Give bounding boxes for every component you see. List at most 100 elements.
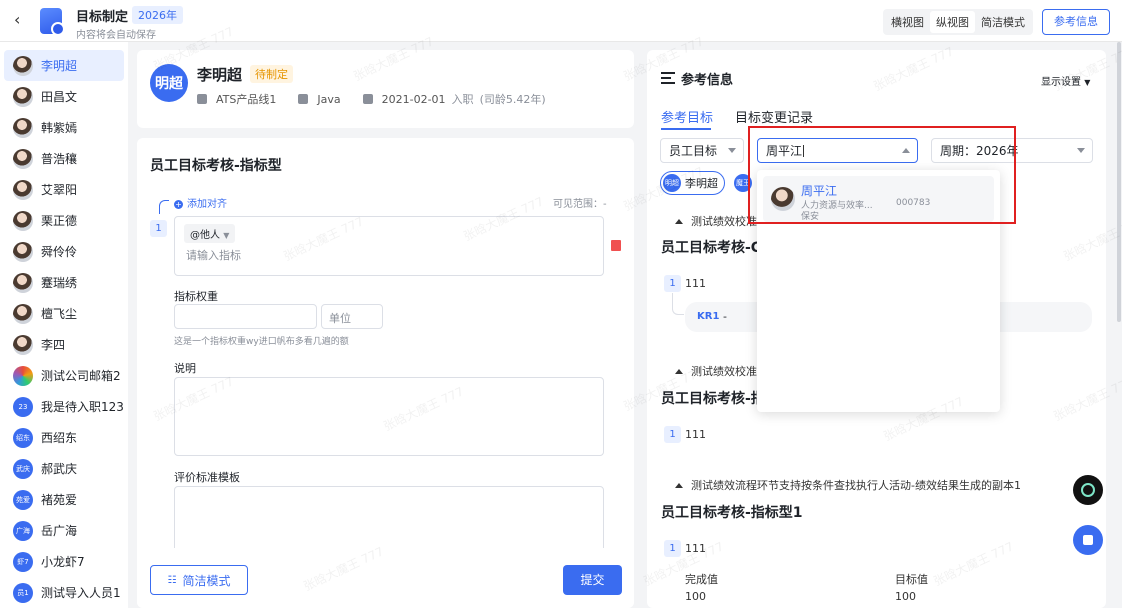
sidebar-person[interactable]: 苑爱 褚苑爱: [4, 484, 124, 515]
sidebar-person[interactable]: 李四: [4, 329, 124, 360]
indicator-box[interactable]: @他人 ▼ 请输入指标: [174, 216, 604, 276]
avatar: [13, 148, 33, 169]
sidebar-person[interactable]: 绍东 西绍东: [4, 422, 124, 453]
profile-tenure: (司龄5.42年): [479, 93, 546, 106]
goal3-title: 员工目标考核-指标型1: [661, 505, 803, 521]
sidebar-person-name: 褚苑爱: [41, 493, 78, 507]
form-title: 员工目标考核-指标型: [150, 158, 282, 174]
delete-trash-icon[interactable]: [611, 240, 621, 251]
weight-input[interactable]: [174, 304, 317, 329]
sidebar-person[interactable]: 舜伶伶: [4, 236, 124, 267]
reference-menu-icon: [661, 72, 675, 84]
goal3-index: 1: [664, 540, 681, 557]
profile-job: Java: [317, 92, 341, 106]
employee-sidebar: 李明超田昌文韩紫嫣普浩穰艾翠阳栗正德舜伶伶蹇瑞绣檀飞尘李四测试公司邮箱2 23 我是…: [0, 42, 128, 608]
add-align-label: 添加对齐: [187, 199, 227, 210]
avatar: [13, 179, 33, 200]
avatar: [13, 241, 33, 262]
view-horizontal-button[interactable]: 横视图: [885, 11, 930, 33]
calendar-icon: [362, 94, 373, 104]
back-arrow-icon[interactable]: ‹: [14, 10, 20, 29]
sidebar-person[interactable]: 檀飞尘: [4, 298, 124, 329]
submit-button[interactable]: 提交: [563, 565, 622, 595]
sidebar-person[interactable]: 虾7 小龙虾7: [4, 546, 124, 577]
sidebar-person-name: 普浩穰: [41, 152, 78, 166]
caret-down-icon: ▼: [223, 231, 230, 240]
add-align-button[interactable]: + 添加对齐: [174, 195, 227, 210]
sidebar-person[interactable]: 艾翠阳: [4, 174, 124, 205]
caret-down-icon: [728, 147, 736, 153]
autosave-hint: 内容将会自动保存: [76, 30, 156, 41]
view-simple-button[interactable]: 简洁模式: [975, 11, 1031, 33]
tab-reference-goals[interactable]: 参考目标: [661, 107, 713, 126]
avatar: 员1: [13, 582, 33, 603]
tab-active-indicator: [661, 128, 711, 130]
sidebar-person[interactable]: 广海 岳广海: [4, 515, 124, 546]
page-title: 目标制定: [76, 10, 129, 25]
indicator-input[interactable]: 请输入指标: [186, 247, 241, 263]
sidebar-person[interactable]: 测试公司邮箱2: [4, 360, 124, 391]
sidebar-person-name: 李明超: [41, 59, 78, 73]
kr-value: -: [723, 310, 727, 323]
year-tag: 2026年: [132, 6, 183, 24]
sidebar-person[interactable]: 栗正德: [4, 205, 124, 236]
sidebar-person[interactable]: 李明超: [4, 50, 124, 81]
sidebar-person[interactable]: 武庆 郝武庆: [4, 453, 124, 484]
avatar: [13, 210, 33, 231]
mention-label: @他人: [190, 230, 220, 241]
sidebar-person-name: 岳广海: [41, 524, 78, 538]
sidebar-person[interactable]: 员1 测试导入人员1: [4, 577, 124, 608]
avatar: [13, 303, 33, 324]
view-switcher: 横视图 纵视图 简洁模式: [883, 9, 1033, 35]
avatar: [13, 334, 33, 355]
avatar: [13, 117, 33, 138]
chat-bubble-icon[interactable]: [1073, 525, 1103, 555]
sidebar-person[interactable]: 韩紫嫣: [4, 112, 124, 143]
target-doc-icon: [40, 8, 65, 36]
criteria-label: 评价标准模板: [174, 471, 240, 484]
avatar: 23: [13, 396, 33, 417]
target-value-header: 目标值: [895, 573, 928, 586]
tab-goal-change-log[interactable]: 目标变更记录: [735, 107, 813, 126]
unit-input[interactable]: 单位: [321, 304, 383, 329]
align-connector: [159, 200, 169, 214]
sidebar-person-name: 田昌文: [41, 90, 78, 104]
section-collapse-toggle[interactable]: 测试绩效流程环节支持按条件查找执行人活动-绩效结果生成的副本1: [675, 477, 1021, 493]
avatar: [13, 365, 33, 386]
briefcase-icon: [298, 94, 309, 104]
triangle-up-icon: [675, 219, 683, 224]
sidebar-person-name: 郝武庆: [41, 462, 78, 476]
filter-type-value: 员工目标: [669, 144, 718, 158]
profile-name: 李明超: [197, 66, 243, 84]
visible-range[interactable]: 可见范围：-: [553, 195, 607, 210]
sidebar-person-name: 李四: [41, 338, 66, 352]
avatar: 广海: [13, 520, 33, 541]
ai-assistant-icon[interactable]: [1073, 475, 1103, 505]
sidebar-person-name: 檀飞尘: [41, 307, 78, 321]
avatar: 苑爱: [13, 489, 33, 510]
reference-info-button[interactable]: 参考信息: [1042, 9, 1110, 35]
sidebar-person-name: 艾翠阳: [41, 183, 78, 197]
filter-type-select[interactable]: 员工目标: [660, 138, 744, 163]
done-value: 100: [685, 590, 706, 603]
sidebar-person[interactable]: 蹇瑞绣: [4, 267, 124, 298]
avatar: 绍东: [13, 427, 33, 448]
page-scrollbar[interactable]: [1117, 42, 1121, 322]
sidebar-person-name: 舜伶伶: [41, 245, 78, 259]
section-collapse-toggle[interactable]: 测试绩效校准: [675, 213, 757, 229]
view-vertical-button[interactable]: 纵视图: [930, 11, 975, 33]
kr-label: KR1: [697, 311, 720, 322]
simple-mode-label: 简洁模式: [182, 573, 231, 588]
sidebar-person[interactable]: 23 我是待入职123: [4, 391, 124, 422]
simple-mode-button[interactable]: ☷ 简洁模式: [150, 565, 248, 595]
avatar: 武庆: [13, 458, 33, 479]
sidebar-person-name: 小龙虾7: [41, 555, 85, 569]
goal1-title: 员工目标考核-C: [661, 240, 762, 256]
description-label: 说明: [174, 362, 196, 375]
sidebar-person[interactable]: 田昌文: [4, 81, 124, 112]
profile-meta: ATS产品线1 Java 2021-02-01 入职 (司龄5.42年): [197, 91, 546, 107]
sidebar-person-name: 西绍东: [41, 431, 78, 445]
avatar: [13, 272, 33, 293]
mention-dropdown[interactable]: @他人 ▼: [184, 224, 236, 243]
sidebar-person[interactable]: 普浩穰: [4, 143, 124, 174]
